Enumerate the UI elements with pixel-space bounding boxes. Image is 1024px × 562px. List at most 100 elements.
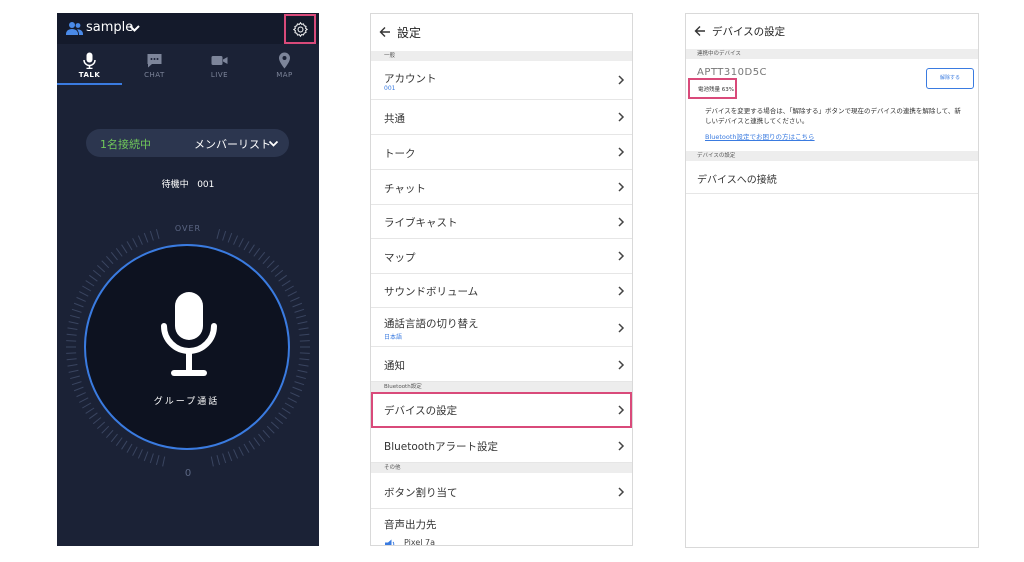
- settings-item-map[interactable]: マップ: [371, 239, 632, 274]
- settings-item-device-settings[interactable]: デバイスの設定: [371, 392, 632, 428]
- dial-tick: [258, 251, 266, 261]
- back-arrow-icon[interactable]: [379, 26, 391, 38]
- chevron-right-icon: [618, 147, 625, 157]
- dial-tick: [233, 235, 239, 245]
- section-label-connected-device: 連携中のデバイス: [686, 49, 978, 59]
- settings-item-audio-output[interactable]: 音声出力先 Pixel 7a: [371, 509, 632, 545]
- settings-gear-button[interactable]: [284, 14, 316, 44]
- chevron-right-icon: [618, 405, 625, 415]
- dial-tick: [110, 251, 118, 261]
- dial-tick: [297, 369, 308, 373]
- chevron-right-icon: [618, 251, 625, 261]
- dial-tick: [248, 440, 255, 450]
- group-name[interactable]: sample: [86, 20, 133, 36]
- talk-screen: sample TALK CHAT LIVE MAP 1名接続中 メンバーリスト …: [57, 13, 319, 546]
- dial-tick: [243, 443, 250, 453]
- status-id: 001: [197, 180, 215, 190]
- back-arrow-icon[interactable]: [694, 25, 706, 37]
- device-connect-row[interactable]: デバイスへの接続: [686, 161, 978, 194]
- group-icon: [66, 22, 83, 35]
- dial-tick: [233, 449, 239, 459]
- settings-item-livecast[interactable]: ライブキャスト: [371, 205, 632, 239]
- chevron-right-icon: [618, 360, 625, 370]
- dial-tick: [71, 381, 82, 386]
- push-to-talk-button[interactable]: グループ通話: [84, 244, 290, 450]
- tab-label: CHAT: [144, 71, 165, 79]
- member-list-pill[interactable]: 1名接続中 メンバーリスト: [86, 129, 289, 157]
- dial-tick: [290, 392, 300, 398]
- dial-tick: [274, 417, 284, 425]
- talk-header: sample: [57, 13, 319, 44]
- dial-tick: [73, 386, 84, 392]
- dial-tick: [76, 296, 86, 302]
- chevron-right-icon: [618, 441, 625, 451]
- counter-value: 0: [184, 468, 192, 479]
- dial-tick: [281, 280, 291, 287]
- talk-tab-bar: TALK CHAT LIVE MAP: [57, 49, 319, 85]
- settings-item-bluetooth-alert[interactable]: Bluetoothアラート設定: [371, 428, 632, 463]
- row-label: ボタン割り当て: [384, 487, 458, 499]
- dial-tick: [227, 451, 233, 462]
- dial-tick: [126, 241, 133, 251]
- dial-tick: [238, 238, 244, 248]
- device-settings-screen: デバイスの設定 連携中のデバイス APTT310D5C 電池残量 63% 解除す…: [685, 13, 979, 548]
- dial-tick: [298, 364, 309, 367]
- dial-tick: [67, 364, 78, 367]
- dial-tick: [105, 429, 114, 438]
- settings-item-button-assign[interactable]: ボタン割り当て: [371, 473, 632, 509]
- dial-tick: [66, 352, 77, 354]
- chevron-right-icon: [618, 182, 625, 192]
- dial-tick: [85, 407, 95, 414]
- dial-tick: [121, 440, 128, 450]
- row-label: デバイスの設定: [384, 405, 458, 417]
- unpair-button[interactable]: 解除する: [926, 68, 974, 89]
- settings-item-common[interactable]: 共通: [371, 100, 632, 135]
- dial-tick: [243, 241, 250, 251]
- row-label: マップ: [384, 252, 416, 264]
- dial-tick: [110, 433, 118, 443]
- dial-tick: [89, 274, 98, 282]
- tab-map[interactable]: MAP: [252, 49, 317, 85]
- section-label-general: 一般: [371, 51, 632, 61]
- page-title: デバイスの設定: [712, 26, 786, 38]
- chat-icon: [147, 54, 162, 68]
- dial-tick: [66, 333, 77, 336]
- tab-talk[interactable]: TALK: [57, 49, 122, 85]
- dial-tick: [216, 455, 221, 465]
- dial-tick: [284, 285, 294, 292]
- device-settings-header: デバイスの設定: [686, 14, 978, 50]
- battery-level: 電池残量 63%: [698, 87, 734, 93]
- settings-item-account[interactable]: アカウント 001: [371, 61, 632, 100]
- chevron-right-icon: [618, 112, 625, 122]
- tab-chat[interactable]: CHAT: [122, 49, 187, 85]
- dial-tick: [266, 425, 275, 434]
- dial-tick: [105, 256, 114, 265]
- settings-item-sound-volume[interactable]: サウンドボリューム: [371, 274, 632, 308]
- dial-tick: [296, 314, 306, 319]
- dial-tick: [292, 302, 303, 308]
- map-pin-icon: [279, 52, 290, 69]
- section-label-device-settings: デバイスの設定: [686, 151, 978, 161]
- standby-status: 待機中 001: [57, 177, 319, 190]
- row-sublabel: 001: [384, 85, 396, 92]
- settings-item-talk[interactable]: トーク: [371, 135, 632, 170]
- chevron-down-icon[interactable]: [128, 22, 141, 35]
- dial-tick: [222, 453, 227, 464]
- tab-label: TALK: [78, 71, 101, 79]
- settings-item-chat[interactable]: チャット: [371, 170, 632, 205]
- dial-tick: [299, 333, 310, 336]
- settings-item-language[interactable]: 通話言語の切り替え 日本語: [371, 308, 632, 347]
- bluetooth-help-link[interactable]: Bluetooth設定でお困りの方はこちら: [705, 131, 815, 141]
- over-label: OVER: [174, 224, 202, 233]
- connected-count: 1名接続中: [100, 138, 151, 151]
- chevron-down-icon: [268, 140, 279, 147]
- mic-icon: [161, 292, 217, 376]
- dial-tick: [253, 437, 261, 446]
- battery-level-highlight: 電池残量 63%: [688, 78, 737, 99]
- dial-tick: [270, 264, 279, 273]
- tab-live[interactable]: LIVE: [187, 49, 252, 85]
- device-name: APTT310D5C: [697, 67, 768, 78]
- settings-item-notification[interactable]: 通知: [371, 347, 632, 382]
- mic-icon: [83, 52, 96, 69]
- dial-tick: [262, 429, 271, 438]
